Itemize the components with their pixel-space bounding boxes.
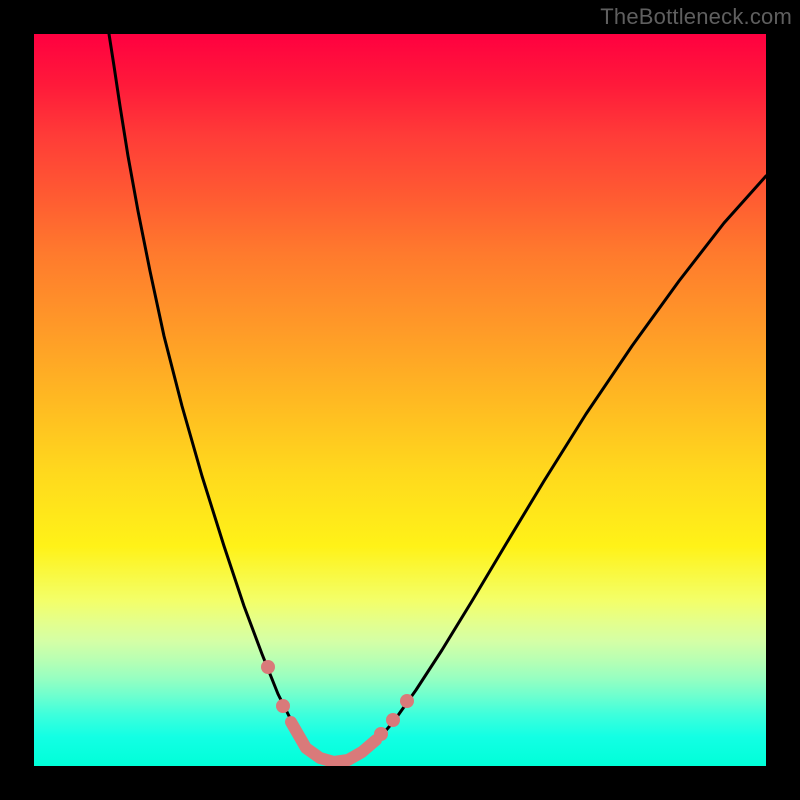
gradient-plot-area	[34, 34, 766, 766]
watermark-text: TheBottleneck.com	[600, 4, 792, 30]
chart-frame: TheBottleneck.com	[0, 0, 800, 800]
marker-group	[261, 660, 414, 762]
curve-svg	[34, 34, 766, 766]
curve-group	[109, 34, 766, 763]
